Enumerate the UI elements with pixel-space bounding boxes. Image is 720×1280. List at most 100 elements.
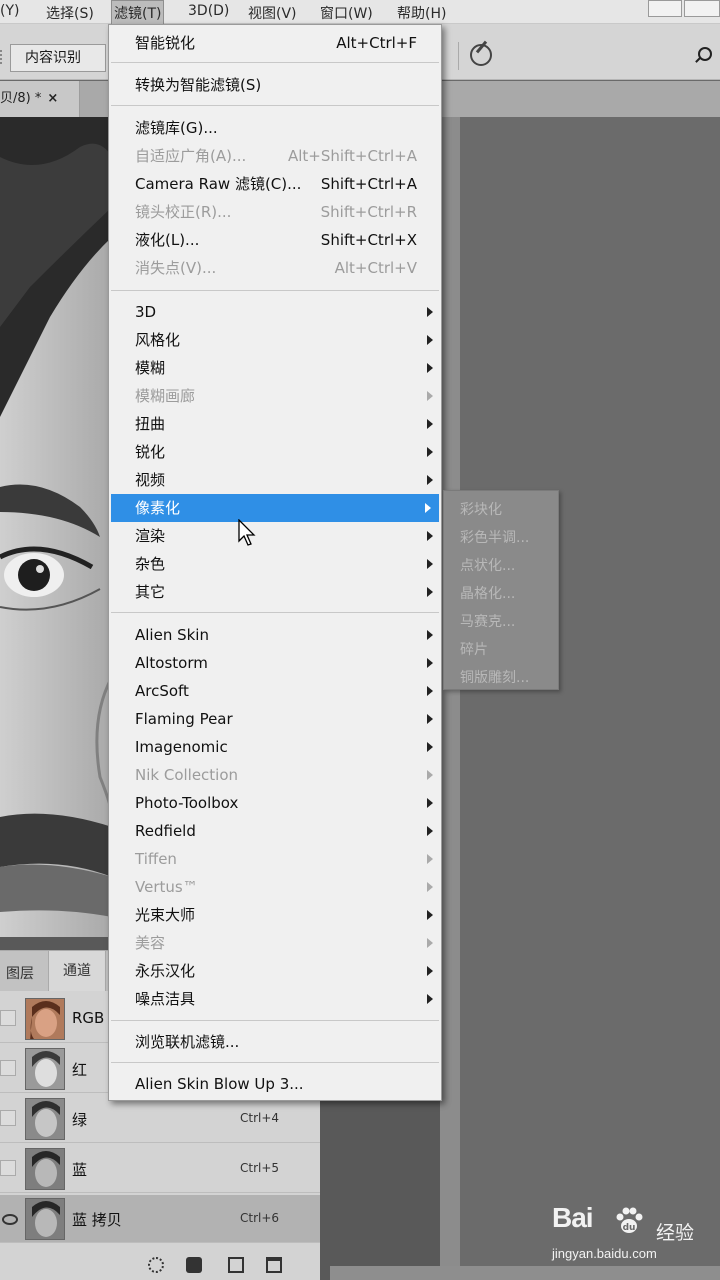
channel-row-blue[interactable]: 蓝 Ctrl+5 (0, 1145, 320, 1193)
submenu-item-mosaic[interactable]: 马赛克... (460, 611, 515, 631)
watermark-brand: Bai (552, 1202, 594, 1233)
channel-thumbnail (25, 1048, 65, 1090)
menu-help[interactable]: 帮助(H) (397, 3, 446, 23)
baidu-watermark: Bai du 经验 jingyan.baidu.com (552, 1200, 712, 1266)
canvas-divider (440, 117, 460, 1280)
menu-item-yongle[interactable]: 永乐汉化 (109, 957, 441, 985)
menu-item-convert-smart-filter[interactable]: 转换为智能滤镜(S) (109, 71, 441, 99)
menu-item-smart-sharpen[interactable]: 智能锐化 Alt+Ctrl+F (109, 29, 441, 57)
channel-row-green[interactable]: 绿 Ctrl+4 (0, 1095, 320, 1143)
channel-name: 绿 (72, 1111, 88, 1129)
menu-view[interactable]: 视图(V) (248, 3, 297, 23)
menu-item-blow-up[interactable]: Alien Skin Blow Up 3... (109, 1070, 441, 1098)
load-selection-icon[interactable] (148, 1257, 164, 1273)
menu-item-video[interactable]: 视频 (109, 466, 441, 494)
menu-item-flaming-pear[interactable]: Flaming Pear (109, 705, 441, 733)
channel-thumbnail (25, 1198, 65, 1240)
menu-item-camera-raw[interactable]: Camera Raw 滤镜(C)... Shift+Ctrl+A (109, 170, 441, 198)
menu-item-filter-gallery[interactable]: 滤镜库(G)... (109, 114, 441, 142)
menu-item-photo-toolbox[interactable]: Photo-Toolbox (109, 789, 441, 817)
menu-item-other[interactable]: 其它 (109, 578, 441, 606)
menu-item-tiffen[interactable]: Tiffen (109, 845, 441, 873)
visibility-toggle[interactable] (0, 1010, 16, 1026)
menu-item-sharpen[interactable]: 锐化 (109, 438, 441, 466)
menu-item-liquify[interactable]: 液化(L)... Shift+Ctrl+X (109, 226, 441, 254)
menu-item-altostorm[interactable]: Altostorm (109, 649, 441, 677)
chevron-right-icon (427, 994, 433, 1004)
menu-window[interactable]: 窗口(W) (320, 3, 373, 23)
visibility-toggle[interactable] (0, 1060, 16, 1076)
chevron-right-icon (427, 475, 433, 485)
submenu-item-pointillize[interactable]: 点状化... (460, 555, 515, 575)
menu-filter[interactable]: 滤镜(T) (110, 0, 165, 26)
menu-item-stylize[interactable]: 风格化 (109, 326, 441, 354)
maximize-button[interactable] (684, 0, 720, 17)
menu-item-imagenomic[interactable]: Imagenomic (109, 733, 441, 761)
visibility-toggle[interactable] (0, 1110, 16, 1126)
submenu-item-fragment[interactable]: 碎片 (460, 639, 488, 659)
menu-item-blur[interactable]: 模糊 (109, 354, 441, 382)
menu-item-pixelate[interactable]: 像素化 (111, 494, 439, 522)
chevron-right-icon (427, 798, 433, 808)
menu-item-distort[interactable]: 扭曲 (109, 410, 441, 438)
chevron-right-icon (427, 658, 433, 668)
menu-item-adaptive-wide-angle[interactable]: 自适应广角(A)... Alt+Shift+Ctrl+A (109, 142, 441, 170)
eye-icon[interactable] (0, 1210, 18, 1226)
chevron-right-icon (427, 910, 433, 920)
tab-channels[interactable]: 通道 (48, 951, 106, 991)
menu-item-redfield[interactable]: Redfield (109, 817, 441, 845)
menu-item-arcsoft[interactable]: ArcSoft (109, 677, 441, 705)
menu-item-blur-gallery[interactable]: 模糊画廊 (109, 382, 441, 410)
menu-item-noise[interactable]: 杂色 (109, 550, 441, 578)
menu-item-beam-master[interactable]: 光束大师 (109, 901, 441, 929)
minimize-button[interactable] (648, 0, 682, 17)
menu-item-beauty[interactable]: 美容 (109, 929, 441, 957)
menu-separator (111, 105, 439, 106)
watermark-url: jingyan.baidu.com (552, 1246, 657, 1261)
brush-icon[interactable] (470, 44, 492, 66)
submenu-item-facet[interactable]: 彩块化 (460, 499, 502, 519)
chevron-right-icon (427, 587, 433, 597)
menu-item-vertus[interactable]: Vertus™ (109, 873, 441, 901)
filter-menu: 智能锐化 Alt+Ctrl+F 转换为智能滤镜(S) 滤镜库(G)... 自适应广… (108, 24, 442, 1101)
document-tab[interactable]: 贝/8) * × (0, 81, 80, 117)
channel-row-blue-copy[interactable]: 蓝 拷贝 Ctrl+6 (0, 1195, 320, 1243)
menu-separator (111, 612, 439, 613)
menu-item-noise-ninja[interactable]: 噪点洁具 (109, 985, 441, 1013)
panel-footer (0, 1251, 320, 1280)
new-channel-icon[interactable] (228, 1257, 244, 1273)
chevron-right-icon (427, 447, 433, 457)
baidu-paw-icon: du (616, 1207, 643, 1233)
menu-item-3d[interactable]: 3D (109, 298, 441, 326)
trash-icon[interactable] (266, 1257, 282, 1273)
tab-layers[interactable]: 图层 (6, 963, 34, 983)
channel-thumbnail (25, 998, 65, 1040)
visibility-toggle[interactable] (0, 1160, 16, 1176)
channel-thumbnail (25, 1098, 65, 1140)
channel-name: RGB (72, 1009, 105, 1027)
menu-item-nik-collection[interactable]: Nik Collection (109, 761, 441, 789)
menu-item-alien-skin[interactable]: Alien Skin (109, 621, 441, 649)
cursor-arrow-icon (238, 519, 256, 546)
menu-item-vanishing-point[interactable]: 消失点(V)... Alt+Ctrl+V (109, 254, 441, 282)
chevron-right-icon (427, 882, 433, 892)
channel-name: 蓝 拷贝 (72, 1211, 122, 1229)
submenu-item-mezzotint[interactable]: 铜版雕刻... (460, 667, 529, 687)
menu-item-render[interactable]: 渲染 (109, 522, 441, 550)
menu-3d[interactable]: 3D(D) (188, 3, 229, 19)
chevron-right-icon (427, 742, 433, 752)
close-icon[interactable]: × (47, 91, 58, 106)
chevron-right-icon (427, 307, 433, 317)
menu-edit[interactable]: (Y) (0, 3, 19, 19)
toolbar-grip (0, 50, 6, 64)
horizontal-scrollbar[interactable] (330, 1266, 720, 1280)
search-icon[interactable] (698, 47, 712, 61)
menu-item-lens-correction[interactable]: 镜头校正(R)... Shift+Ctrl+R (109, 198, 441, 226)
menu-select[interactable]: 选择(S) (46, 3, 94, 23)
chevron-right-icon (427, 686, 433, 696)
save-selection-icon[interactable] (186, 1257, 202, 1273)
submenu-item-crystallize[interactable]: 晶格化... (460, 583, 515, 603)
submenu-item-color-halftone[interactable]: 彩色半调... (460, 527, 529, 547)
content-aware-select[interactable]: 内容识别 (10, 44, 106, 72)
menu-item-browse-online[interactable]: 浏览联机滤镜... (109, 1028, 441, 1056)
